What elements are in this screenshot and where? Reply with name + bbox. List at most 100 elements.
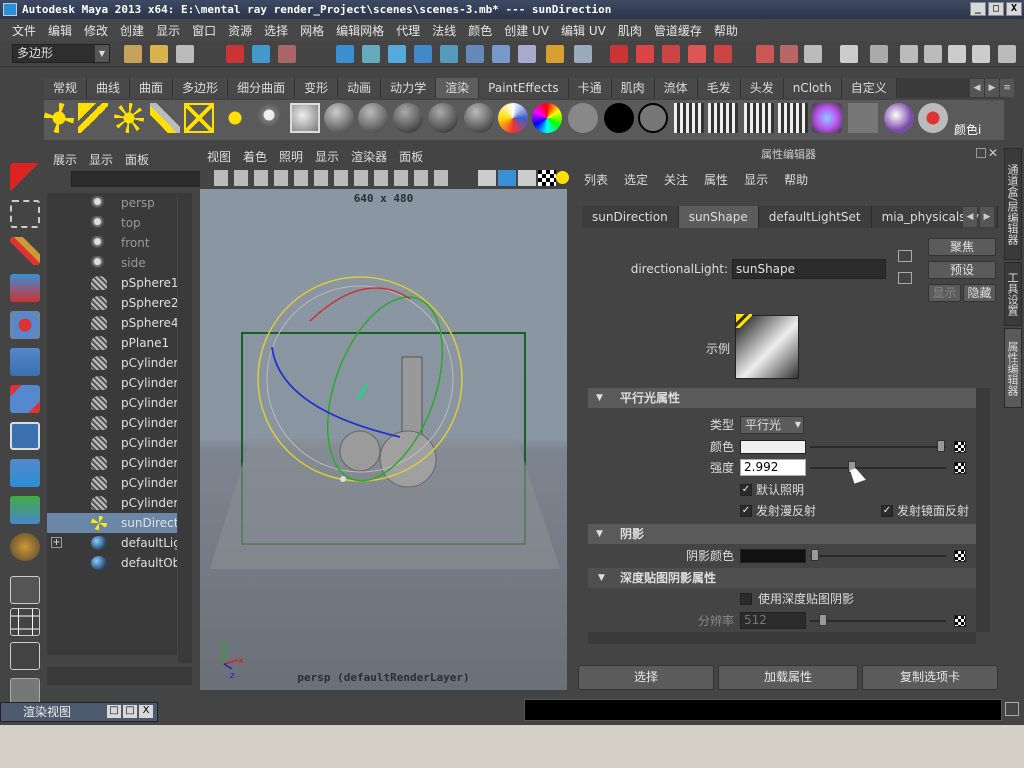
menu-item-4[interactable]: 显示 [150,22,186,39]
shelf-tab-12[interactable]: 流体 [654,78,698,98]
select-hierarchy-icon[interactable] [226,45,244,63]
shelf-tab-14[interactable]: 头发 [740,78,784,98]
outliner-menu-item-1[interactable]: 显示 [89,151,113,168]
menu-item-6[interactable]: 资源 [222,22,258,39]
outliner-item[interactable]: pCylinder8 [47,473,177,493]
outliner-horizontal-scrollbar[interactable] [47,667,192,685]
open-scene-icon[interactable] [150,45,168,63]
render-view-icon[interactable] [714,45,732,63]
copy-icon[interactable] [804,45,822,63]
spot-light-icon[interactable] [150,103,180,133]
ae-menu-item-0[interactable]: 列表 [584,170,608,190]
channel-box-icon[interactable] [840,45,858,63]
ae-menu-item-5[interactable]: 帮助 [784,170,808,190]
output-connect-icon[interactable] [780,45,798,63]
clapper-batch-icon[interactable] [744,103,774,133]
select-object-icon[interactable] [252,45,270,63]
ae-tab-0[interactable]: sunDirection [582,206,679,228]
layout-icon[interactable] [998,45,1016,63]
attribute-editor-icon[interactable] [900,45,918,63]
ipr-render-icon[interactable] [636,45,654,63]
checker-icon[interactable] [538,170,556,186]
menu-item-15[interactable]: 肌肉 [612,22,648,39]
anisotropic-icon[interactable] [464,103,494,133]
shading-map-icon[interactable] [638,103,668,133]
viewport-menu-item-4[interactable]: 渲染器 [351,147,387,167]
emit-diffuse-checkbox[interactable]: ✓ [740,505,752,517]
menu-item-3[interactable]: 创建 [114,22,150,39]
show-manip-icon[interactable] [10,459,40,487]
layer-icon[interactable] [924,45,942,63]
outliner-filter-input[interactable] [71,171,219,187]
shelf-tab-1[interactable]: 曲线 [87,78,131,98]
render-view-maximize-button[interactable]: □ [123,705,137,718]
render-view-panel[interactable]: 渲染视图 □ □ X [0,702,158,722]
color-slider-handle[interactable] [937,440,945,452]
ambient-light-icon[interactable] [44,103,74,133]
copy-tab-button[interactable]: 复制选项卡 [862,665,998,690]
ae-menu-item-2[interactable]: 关注 [664,170,688,190]
soft-mod-icon[interactable] [10,422,40,450]
rotate-tool-icon[interactable] [10,311,40,339]
outliner-item[interactable]: defaultObject [47,553,177,573]
viewport-menu-item-0[interactable]: 视图 [207,147,231,167]
emit-specular-checkbox[interactable]: ✓ [881,505,893,517]
shelf-tab-16[interactable]: 自定义 [841,78,897,98]
clapper-ipr-icon[interactable] [708,103,738,133]
shelf-tab-5[interactable]: 变形 [295,78,339,98]
textured-icon[interactable] [518,170,536,186]
ae-tab-1[interactable]: sunShape [678,206,759,228]
outliner-vertical-scrollbar[interactable] [178,193,192,663]
load-attributes-button[interactable]: 加载属性 [718,665,858,690]
shelf-tab-15[interactable]: nCloth [783,78,842,98]
preset-button[interactable]: 预设 [928,261,996,279]
light-type-dropdown[interactable]: 平行光 ▼ [740,416,804,434]
menu-item-5[interactable]: 窗口 [186,22,222,39]
render-sphere-icon[interactable] [290,103,320,133]
snap-surface-icon[interactable] [440,45,458,63]
menu-item-17[interactable]: 帮助 [708,22,744,39]
tab-tool-settings[interactable]: 工具设置 [1004,262,1022,326]
outliner-item[interactable]: pCylinder5 [47,413,177,433]
render-settings-icon[interactable] [662,45,680,63]
outliner-item[interactable]: sunDirection [47,513,177,533]
surface-shader-icon[interactable] [568,103,598,133]
lambert-icon[interactable] [358,103,388,133]
shadow-map-button-icon[interactable] [954,550,966,562]
outliner-item[interactable]: pPlane1 [47,333,177,353]
outliner-item[interactable]: pCylinder4 [47,393,177,413]
input-connection-icon[interactable] [898,250,912,262]
shelf-tab-7[interactable]: 动力学 [381,78,437,98]
snap-curve-icon[interactable] [362,45,380,63]
menu-item-12[interactable]: 颜色 [462,22,498,39]
menu-item-16[interactable]: 管道缓存 [648,22,708,39]
resolution-map-button-icon[interactable] [954,615,966,627]
outliner-item[interactable]: side [47,253,177,273]
last-tool-icon[interactable] [10,496,40,524]
outliner-layout-icon[interactable] [10,642,40,670]
node-name-field[interactable]: sunShape [732,259,886,279]
outliner-item[interactable]: pCylinder7 [47,453,177,473]
selection-mask-icon[interactable] [574,45,592,63]
history-icon[interactable] [466,45,484,63]
four-pane-layout-icon[interactable] [10,608,40,636]
shelf-scroll-right-icon[interactable]: ▶ [985,79,999,97]
phong-icon[interactable] [393,103,423,133]
select-tool-icon[interactable] [10,163,40,191]
resolution-slider-track[interactable] [810,620,946,622]
snap-grid-icon[interactable] [336,45,354,63]
shelf-tab-6[interactable]: 动画 [338,78,382,98]
phonge-icon[interactable] [428,103,458,133]
outliner-item[interactable]: persp [47,193,177,213]
viewport-menu-item-3[interactable]: 显示 [315,147,339,167]
lock-icon[interactable] [546,45,564,63]
hide-button[interactable]: 隐藏 [963,284,996,302]
menu-item-14[interactable]: 编辑 UV [555,22,612,39]
shelf-tab-10[interactable]: 卡通 [568,78,612,98]
use-background-icon[interactable] [604,103,634,133]
attribute-vertical-scrollbar[interactable] [976,388,990,632]
close-panel-icon[interactable]: ✕ [988,146,998,160]
shadow-color-slider-handle[interactable] [811,549,819,561]
point-light-icon[interactable] [114,103,144,133]
snap-plane-icon[interactable] [414,45,432,63]
